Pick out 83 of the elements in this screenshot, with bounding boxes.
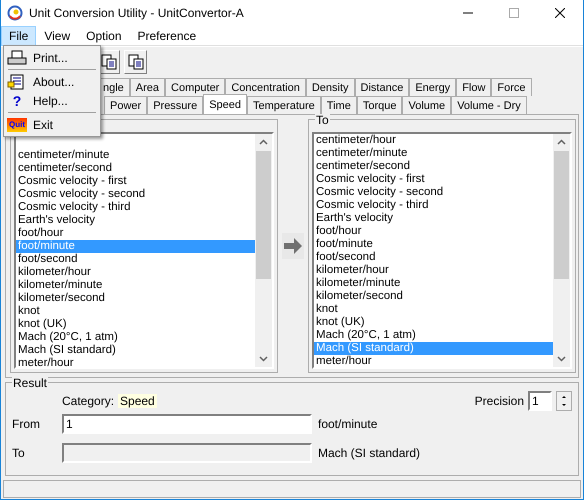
list-item[interactable]: meter/hour <box>314 355 553 367</box>
category-label: Category: <box>62 394 114 408</box>
tab[interactable]: Energy <box>409 78 456 96</box>
menu-item[interactable]: Option <box>78 26 130 46</box>
to-label: To <box>12 446 26 460</box>
list-item[interactable]: Mach (SI standard) <box>16 344 255 357</box>
list-item[interactable]: Cosmic velocity - second <box>314 186 553 199</box>
tab[interactable]: Density <box>306 78 355 96</box>
group-title: Result <box>12 376 48 390</box>
list-item[interactable]: centimeter/minute <box>16 149 255 162</box>
tab[interactable]: Temperature <box>247 96 321 114</box>
category-value: Speed <box>118 394 157 408</box>
list-item[interactable]: foot/second <box>314 251 553 264</box>
scrollbar[interactable] <box>553 134 570 367</box>
list-item[interactable]: Cosmic velocity - third <box>16 201 255 214</box>
tab[interactable]: Torque <box>356 96 402 114</box>
list-item[interactable]: Earth's velocity <box>314 212 553 225</box>
tab[interactable]: Concentration <box>225 78 306 96</box>
from-unit: foot/minute <box>318 417 378 431</box>
tab[interactable]: Computer <box>165 78 226 96</box>
list-item[interactable]: Earth's velocity <box>16 214 255 227</box>
list-item[interactable]: kilometer/second <box>314 290 553 303</box>
clipboard-icon <box>128 54 144 70</box>
close-icon <box>555 8 565 18</box>
spin-buttons[interactable] <box>556 391 572 411</box>
list-item[interactable]: Mach (20°C, 1 atm) <box>16 331 255 344</box>
list-item[interactable]: knot (UK) <box>314 316 553 329</box>
list-item[interactable]: centimeter/hour <box>314 134 553 147</box>
printer-icon <box>7 50 27 66</box>
menu-entry[interactable]: About... <box>4 72 100 91</box>
menu-entry[interactable]: Print... <box>4 48 100 67</box>
copy-button[interactable] <box>124 50 147 74</box>
tab[interactable]: Time <box>320 96 357 114</box>
list-item[interactable]: Cosmic velocity - first <box>16 175 255 188</box>
tab[interactable]: Force <box>491 78 532 96</box>
list-item[interactable]: Cosmic velocity - third <box>314 199 553 212</box>
menu-entry[interactable]: ? Help... <box>4 91 100 110</box>
list-item[interactable]: foot/minute <box>314 238 553 251</box>
list-item[interactable]: centimeter/minute <box>314 147 553 160</box>
tab[interactable]: Volume - Dry <box>451 96 527 114</box>
precision-label: Precision <box>474 394 524 408</box>
tab[interactable]: Area <box>130 78 166 96</box>
tab[interactable]: Distance <box>354 78 410 96</box>
list-item[interactable]: knot <box>16 305 255 318</box>
menu-item[interactable]: Preference <box>130 26 204 46</box>
window-title: Unit Conversion Utility - UnitConvertor-A <box>29 6 245 20</box>
list-item[interactable]: meter/hour <box>16 357 255 367</box>
list-item[interactable]: centimeter/second <box>16 162 255 175</box>
scrollbar[interactable] <box>255 134 272 367</box>
app-logo-icon <box>7 5 23 21</box>
list-item[interactable]: knot (UK) <box>16 318 255 331</box>
menu-item[interactable]: View <box>36 26 78 46</box>
to-unit: Mach (SI standard) <box>318 446 422 460</box>
list-item[interactable]: kilometer/minute <box>16 279 255 292</box>
tab[interactable]: Volume <box>402 96 452 114</box>
list-item[interactable]: foot/hour <box>314 225 553 238</box>
precision-field[interactable]: 1 <box>528 391 552 411</box>
clipboard-icon <box>100 54 116 70</box>
to-field[interactable] <box>62 443 312 463</box>
menu-item[interactable]: File <box>1 26 36 46</box>
tab[interactable]: Power <box>104 96 148 114</box>
list-item[interactable]: kilometer/minute <box>314 277 553 290</box>
tab[interactable]: Pressure <box>147 96 204 114</box>
list-item[interactable]: knot <box>314 303 553 316</box>
tab[interactable]: Flow <box>456 78 492 96</box>
list-item[interactable]: kilometer/hour <box>314 264 553 277</box>
group-title: To <box>315 113 330 127</box>
list-item[interactable]: Mach (20°C, 1 atm) <box>314 329 553 342</box>
menu-entry[interactable]: Quit Exit <box>4 115 100 134</box>
tab[interactable]: Speed <box>203 94 248 114</box>
list-item[interactable]: Cosmic velocity - second <box>16 188 255 201</box>
from-field[interactable]: 1 <box>62 414 312 434</box>
list-item[interactable]: centimeter/second <box>314 160 553 173</box>
list-item[interactable]: foot/hour <box>16 227 255 240</box>
list-item[interactable]: Cosmic velocity - first <box>314 173 553 186</box>
list-item[interactable]: foot/second <box>16 253 255 266</box>
convert-arrow-button[interactable] <box>282 233 304 259</box>
help-icon: ? <box>7 92 27 108</box>
from-label: From <box>12 417 41 431</box>
quit-icon: Quit <box>7 118 27 132</box>
maximize-icon <box>509 8 519 18</box>
list-item[interactable]: kilometer/second <box>16 292 255 305</box>
list-item[interactable]: kilometer/hour <box>16 266 255 279</box>
